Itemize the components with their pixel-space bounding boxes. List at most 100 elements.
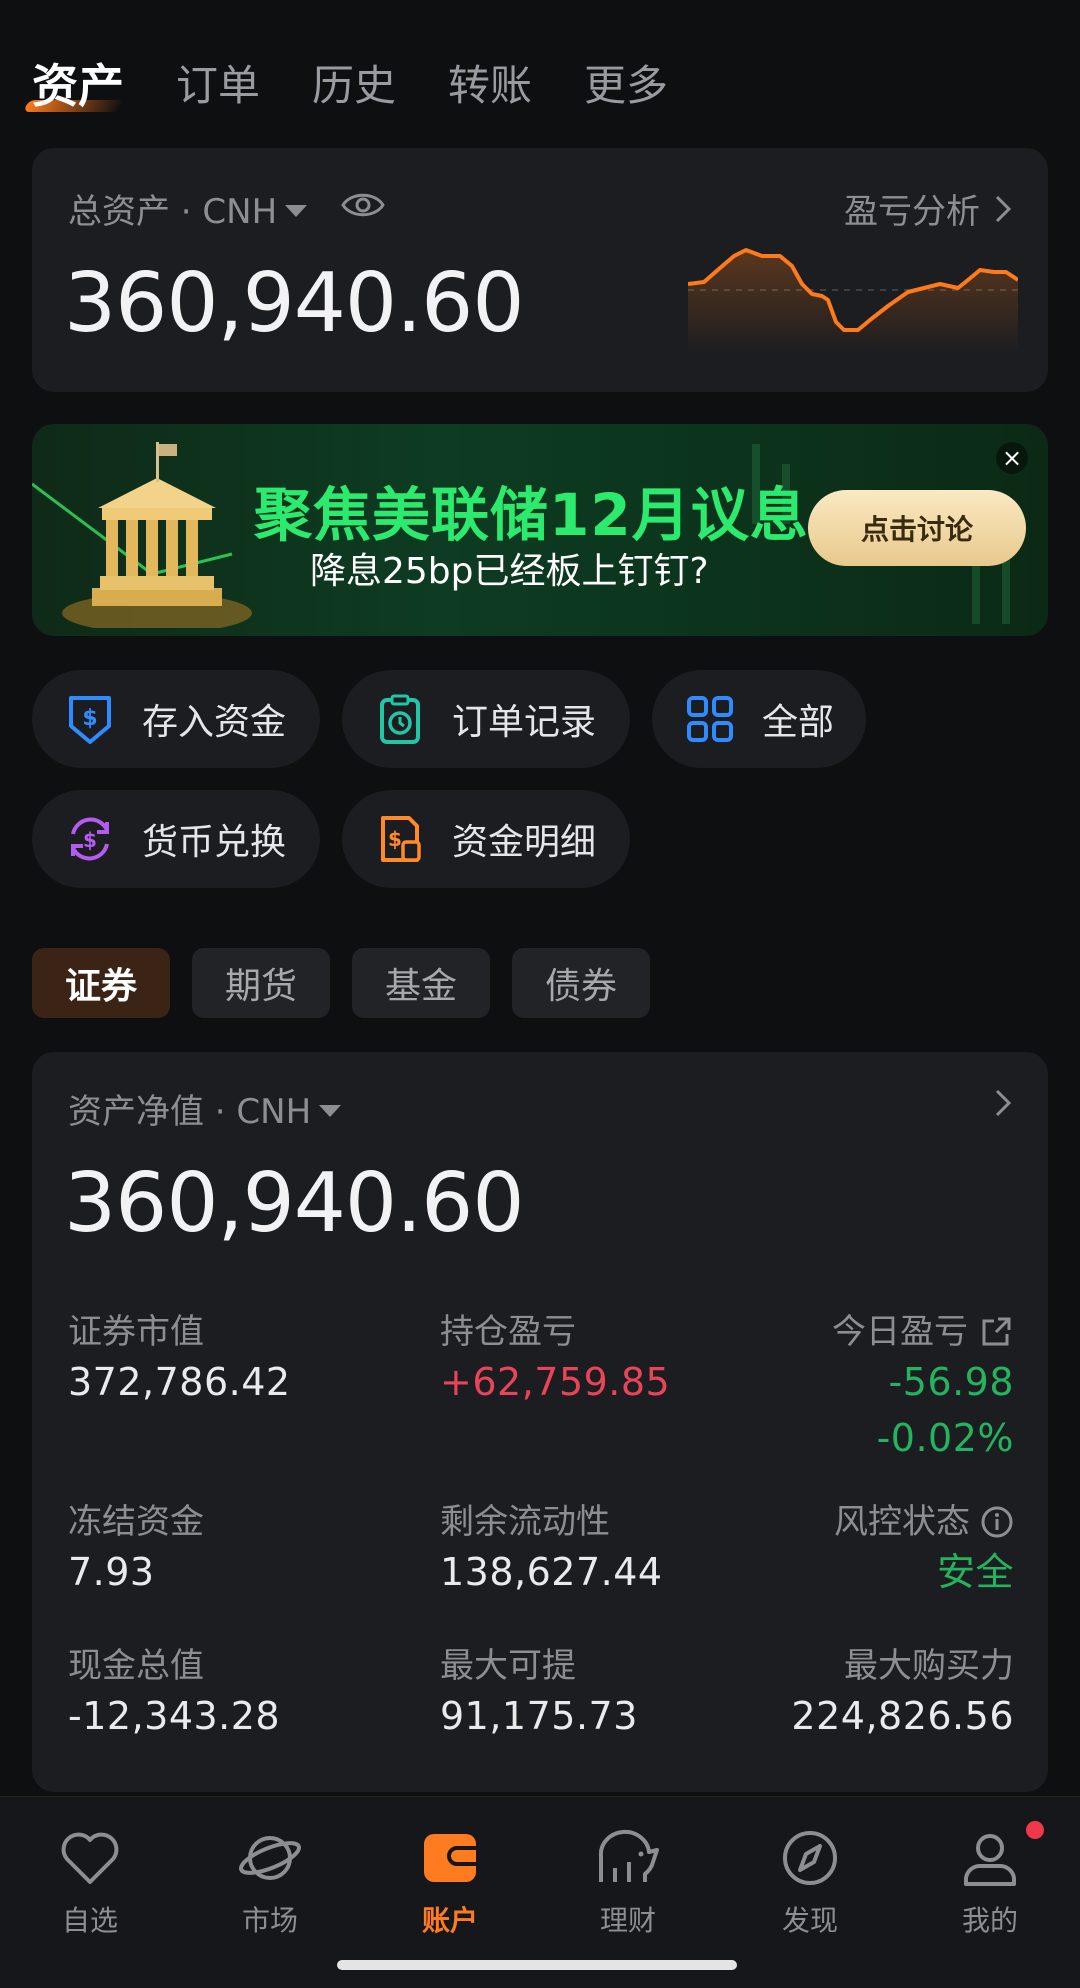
banner-title: 聚焦美联储12月议息 [254,481,809,549]
frozen-funds-value: 7.93 [68,1550,155,1594]
position-pnl-value: +62,759.85 [440,1360,671,1404]
close-icon[interactable]: × [996,442,1028,474]
nav-wealth[interactable]: 理财 [568,1825,688,1939]
chevron-right-icon [995,195,1012,222]
compass-icon [750,1825,870,1891]
cash-total-stat: 现金总值 -12,343.28 [68,1644,280,1744]
max-withdrawable-stat: 最大可提 91,175.73 [440,1644,638,1744]
deposit-button[interactable]: $ 存入资金 [32,670,320,768]
pnl-analysis-link[interactable]: 盈亏分析 [844,184,1012,233]
currency-dropdown-icon[interactable] [319,1104,342,1117]
nav-profile[interactable]: 我的 [930,1821,1050,1939]
nav-watchlist[interactable]: 自选 [30,1825,150,1939]
nav-market[interactable]: 市场 [210,1825,330,1939]
risk-status-header: 风控状态 [834,1500,1014,1544]
pnl-analysis-label: 盈亏分析 [844,192,980,232]
tab-assets[interactable]: 资产 [32,56,124,116]
piggy-bank-icon [568,1825,688,1891]
total-asset-header: 总资产 · CNH [68,184,385,233]
order-clipboard-icon [372,691,428,747]
banner-subtitle: 降息25bp已经板上钉钉? [310,551,709,592]
currency-exchange-icon: $ [62,811,118,867]
max-withdrawable-label: 最大可提 [440,1646,576,1686]
all-functions-label: 全部 [762,702,835,743]
svg-text:$: $ [83,828,97,852]
net-asset-label: 资产净值 · CNH [68,1092,312,1132]
cash-total-label: 现金总值 [68,1646,204,1686]
tab-transfer[interactable]: 转账 [448,56,532,116]
risk-status-label: 风控状态 [834,1502,970,1542]
nav-discover[interactable]: 发现 [750,1825,870,1939]
segment-bonds[interactable]: 债券 [512,948,650,1018]
today-pnl-value: -56.98 [888,1360,1014,1404]
tab-history[interactable]: 历史 [312,56,396,116]
max-withdrawable-value: 91,175.73 [440,1694,638,1738]
wallet-icon [390,1825,510,1891]
frozen-funds-label: 冻结资金 [68,1502,204,1542]
buying-power-label: 最大购买力 [844,1646,1014,1686]
currency-exchange-button[interactable]: $ 货币兑换 [32,790,320,888]
liquidity-value: 138,627.44 [440,1550,663,1594]
risk-status-stat: 风控状态 安全 [834,1500,1014,1600]
today-pnl-label: 今日盈亏 [832,1312,968,1352]
market-value-stat: 证券市值 372,786.42 [68,1310,291,1410]
position-pnl-stat: 持仓盈亏 +62,759.85 [440,1310,670,1410]
frozen-funds-stat: 冻结资金 7.93 [68,1500,204,1600]
grid-icon [682,691,738,747]
order-records-button[interactable]: 订单记录 [342,670,630,768]
nav-account[interactable]: 账户 [390,1825,510,1939]
fund-details-label: 资金明细 [452,822,597,863]
fund-detail-icon: $ [372,811,428,867]
currency-exchange-label: 货币兑换 [142,822,287,863]
federal-building-icon [62,442,252,628]
user-icon [930,1821,1050,1891]
total-asset-label: 总资产 · CNH [68,192,278,232]
heart-icon [30,1825,150,1891]
svg-text:$: $ [388,827,402,851]
market-value-value: 372,786.42 [68,1360,291,1404]
total-asset-card: 总资产 · CNH 360,940.60 盈亏分析 [32,148,1048,392]
liquidity-label: 剩余流动性 [440,1502,610,1542]
total-asset-value: 360,940.60 [64,256,524,351]
eye-icon[interactable] [341,189,385,229]
top-tab-bar: 资产 订单 历史 转账 更多 [32,56,720,116]
deposit-icon: $ [62,691,118,747]
planet-icon [210,1825,330,1891]
today-pnl-header: 今日盈亏 [832,1310,1014,1354]
liquidity-stat: 剩余流动性 138,627.44 [440,1500,663,1600]
position-pnl-label: 持仓盈亏 [440,1312,576,1352]
net-asset-header: 资产净值 · CNH [68,1084,342,1133]
order-records-label: 订单记录 [452,702,597,743]
nav-discover-label: 发现 [781,1904,838,1937]
chevron-right-icon[interactable] [994,1088,1012,1118]
discuss-button[interactable]: 点击讨论 [808,490,1026,566]
today-pnl-stat: 今日盈亏 -56.98 -0.02% [832,1310,1014,1466]
net-asset-card[interactable]: 资产净值 · CNH 360,940.60 证券市值 372,786.42 持仓… [32,1052,1048,1792]
asset-sparkline[interactable] [688,244,1018,354]
risk-status-value: 安全 [936,1550,1014,1594]
segment-securities[interactable]: 证券 [32,948,170,1018]
info-icon[interactable] [980,1505,1014,1539]
buying-power-value: 224,826.56 [791,1694,1014,1738]
nav-account-label: 账户 [421,1904,478,1937]
currency-dropdown-icon[interactable] [285,204,308,217]
nav-watchlist-label: 自选 [61,1904,118,1937]
buying-power-stat: 最大购买力 224,826.56 [791,1644,1014,1744]
all-functions-button[interactable]: 全部 [652,670,866,768]
nav-market-label: 市场 [241,1904,298,1937]
tab-orders[interactable]: 订单 [176,56,260,116]
fund-details-button[interactable]: $ 资金明细 [342,790,630,888]
segment-futures[interactable]: 期货 [192,948,330,1018]
svg-text:$: $ [82,706,97,731]
net-asset-value: 360,940.60 [64,1156,524,1251]
share-icon[interactable] [978,1314,1014,1350]
deposit-label: 存入资金 [142,702,287,743]
promo-banner[interactable]: 聚焦美联储12月议息 降息25bp已经板上钉钉? 点击讨论 × [32,424,1048,636]
today-pnl-percent: -0.02% [876,1416,1014,1460]
nav-wealth-label: 理财 [599,1904,656,1937]
segment-funds[interactable]: 基金 [352,948,490,1018]
home-indicator[interactable] [337,1960,737,1970]
tab-more[interactable]: 更多 [584,56,668,116]
nav-profile-label: 我的 [961,1904,1018,1937]
cash-total-value: -12,343.28 [68,1694,281,1738]
